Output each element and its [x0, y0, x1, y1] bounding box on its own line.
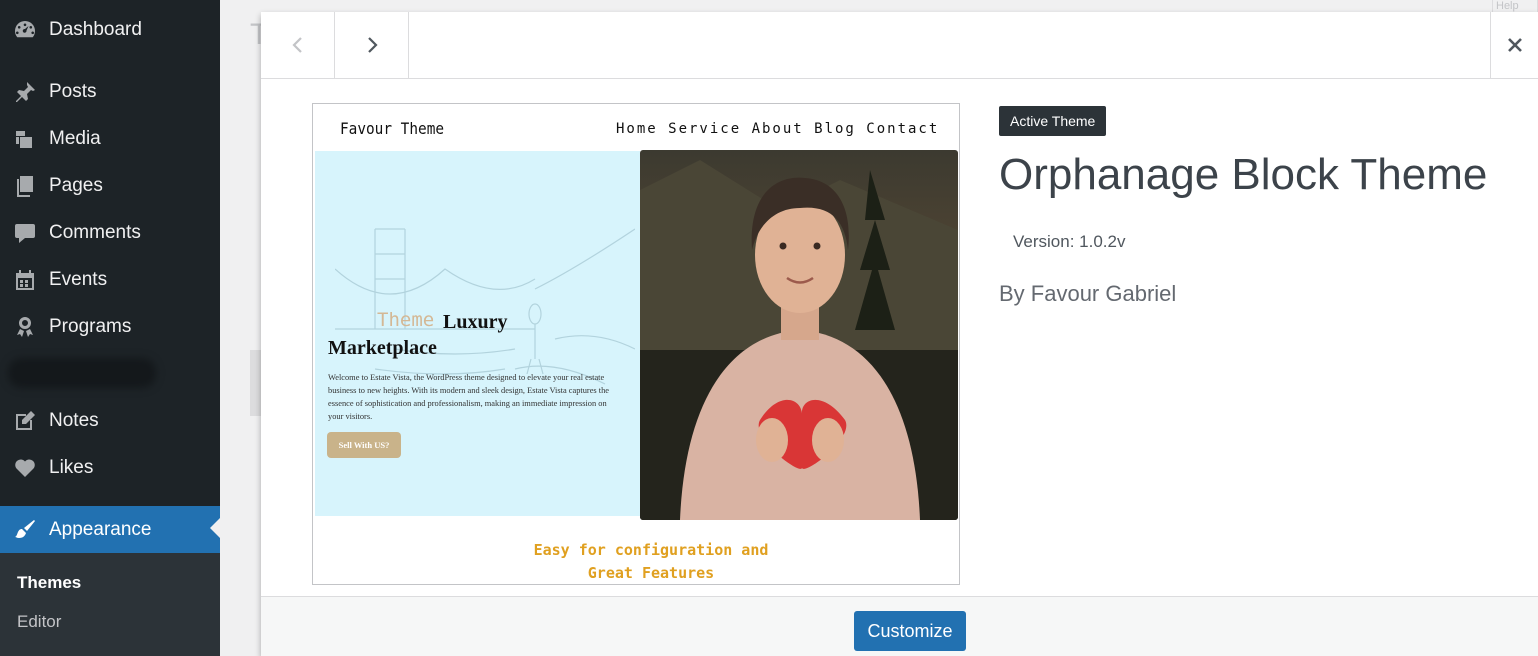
active-theme-badge: Active Theme — [999, 106, 1107, 136]
theme-author: By Favour Gabriel — [999, 281, 1177, 306]
screenshot-features-heading: Easy for configuration and Great Feature… — [313, 539, 959, 584]
screenshot-heading-line2: Marketplace — [328, 337, 437, 359]
chevron-right-icon — [367, 37, 378, 53]
heart-icon — [12, 455, 38, 481]
redacted-menu-item — [8, 358, 156, 388]
theme-name: Orphanage Block Theme — [999, 150, 1488, 199]
features-line-1: Easy for configuration and — [533, 541, 769, 559]
menu-label: Dashboard — [49, 19, 142, 40]
screenshot-hero-photo — [640, 150, 958, 520]
screenshot-description: Welcome to Estate Vista, the WordPress t… — [328, 373, 609, 421]
award-icon — [12, 314, 38, 340]
theme-version: Version: 1.0.2v — [1013, 232, 1126, 251]
menu-pages[interactable]: Pages — [0, 164, 220, 208]
pages-icon — [12, 173, 38, 199]
woman-holding-heart-illustration — [640, 160, 958, 520]
menu-label: Programs — [49, 316, 132, 337]
submenu-editor[interactable]: Editor — [17, 612, 61, 632]
menu-label: Appearance — [49, 518, 152, 540]
customize-button[interactable]: Customize — [854, 611, 966, 651]
submenu-themes[interactable]: Themes — [17, 573, 81, 593]
screenshot-brand: Favour Theme — [340, 119, 445, 138]
menu-label: Events — [49, 269, 108, 290]
menu-label: Pages — [49, 175, 103, 196]
background-element — [250, 350, 261, 416]
pin-icon — [12, 79, 38, 105]
menu-likes[interactable]: Likes — [0, 446, 220, 490]
modal-footer: Customize — [261, 596, 1538, 656]
screenshot-cta-button: Sell With US? — [327, 432, 401, 458]
calendar-icon — [12, 267, 38, 293]
menu-programs[interactable]: Programs — [0, 305, 220, 349]
screenshot-nav: Home Service About Blog Contact — [616, 121, 940, 137]
appearance-submenu: Themes Editor — [0, 553, 220, 656]
edit-icon — [12, 408, 38, 434]
screenshot-hero-panel: Theme Luxury Marketplace Welcome to Esta… — [315, 151, 640, 516]
menu-media[interactable]: Media — [0, 117, 220, 161]
menu-comments[interactable]: Comments — [0, 211, 220, 255]
current-menu-arrow — [210, 518, 220, 538]
close-icon — [1507, 38, 1522, 52]
menu-dashboard[interactable]: Dashboard — [0, 8, 220, 52]
paintbrush-icon — [12, 517, 38, 543]
dashboard-icon — [12, 17, 38, 43]
menu-label: Posts — [49, 81, 97, 102]
next-theme-button[interactable] — [335, 12, 409, 78]
menu-label: Likes — [49, 457, 94, 478]
features-line-2: Great Features — [587, 564, 715, 582]
theme-screenshot: Favour Theme Home Service About Blog Con… — [312, 103, 960, 585]
menu-label: Notes — [49, 410, 99, 431]
chevron-left-icon — [291, 37, 302, 53]
screenshot-heading-accent: Theme — [377, 309, 435, 331]
menu-posts[interactable]: Posts — [0, 70, 220, 114]
previous-theme-button[interactable] — [261, 12, 335, 78]
menu-label: Media — [49, 128, 101, 149]
media-icon — [12, 126, 38, 152]
comment-icon — [12, 220, 38, 246]
modal-header — [261, 12, 1538, 79]
menu-label: Comments — [49, 222, 141, 243]
admin-sidebar: Dashboard Posts Media Pages Comments Eve… — [0, 0, 220, 656]
menu-notes[interactable]: Notes — [0, 399, 220, 443]
menu-events[interactable]: Events — [0, 258, 220, 302]
bridge-sketch — [335, 228, 635, 385]
close-modal-button[interactable] — [1490, 12, 1538, 78]
screenshot-heading-word: Luxury — [443, 311, 508, 333]
menu-appearance[interactable]: Appearance — [0, 506, 220, 553]
theme-details-modal: Favour Theme Home Service About Blog Con… — [261, 12, 1538, 656]
